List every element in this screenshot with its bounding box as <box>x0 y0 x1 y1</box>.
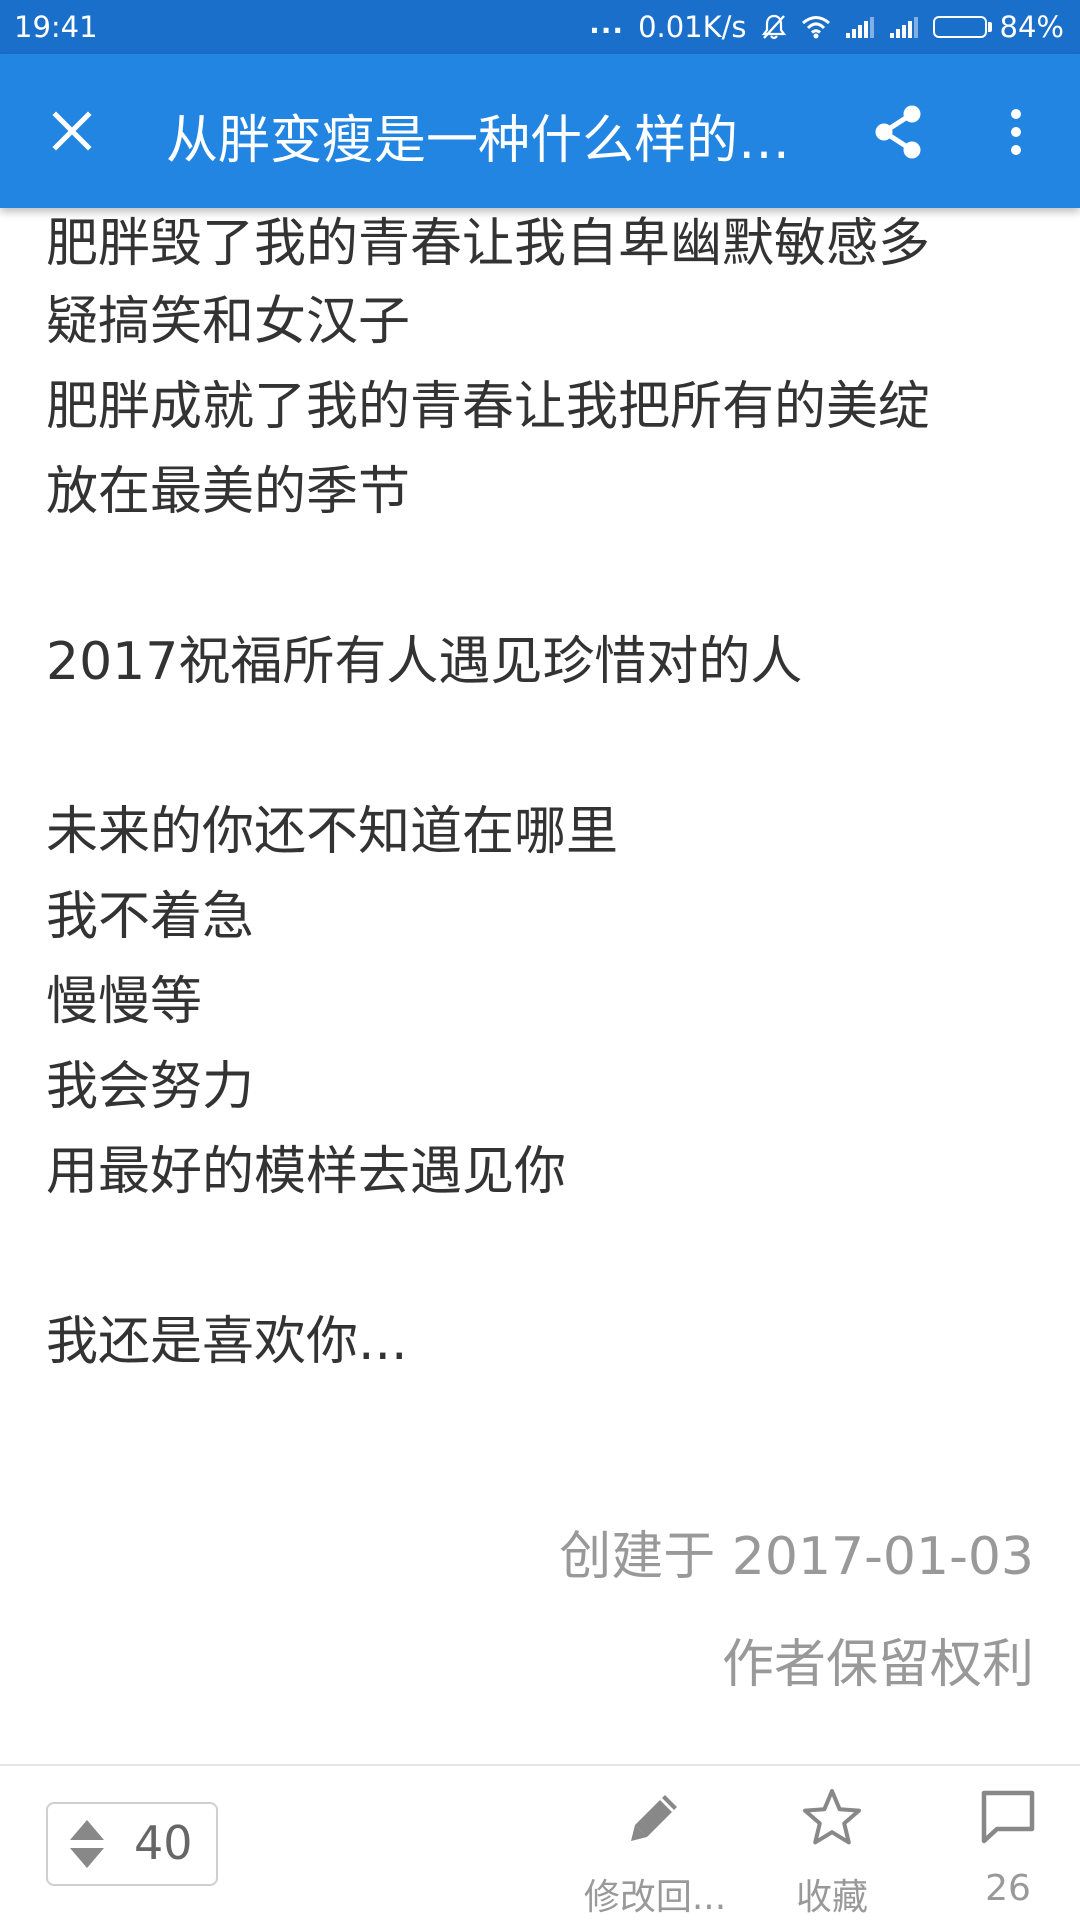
comment-count: 26 <box>985 1868 1031 1909</box>
favorite-button[interactable]: 收藏 <box>752 1784 912 1920</box>
vote-count: 40 <box>134 1816 193 1870</box>
edit-answer-label: 修改回... <box>583 1877 727 1918</box>
content-line: 我还是喜欢你... <box>46 1312 408 1372</box>
comment-icon <box>981 1790 1035 1844</box>
page-title: 从胖变瘦是一种什么样的体验？ <box>166 111 826 171</box>
favorite-label: 收藏 <box>795 1877 868 1918</box>
bottom-action-bar: 40 修改回... 收藏 26 <box>0 1764 1080 1922</box>
content-line: 2017祝福所有人遇见珍惜对的人 <box>46 632 803 692</box>
star-icon <box>803 1789 861 1845</box>
content-line: 肥胖成就了我的青春让我把所有的美绽 <box>46 377 931 437</box>
share-button[interactable] <box>866 100 930 164</box>
created-date: 创建于 2017-01-03 <box>559 1527 1034 1587</box>
status-bar: 19:41 ... 0.01K/s 84% <box>0 0 1080 54</box>
content-line: 未来的你还不知道在哪里 <box>46 802 619 862</box>
content-line: 疑搞笑和女汉子 <box>46 292 411 352</box>
content-line: 我不着急 <box>46 887 255 947</box>
more-options-button[interactable] <box>990 100 1042 164</box>
app-toolbar: 从胖变瘦是一种什么样的体验？ <box>0 54 1080 208</box>
vote-arrows-icon <box>70 1820 104 1868</box>
close-button[interactable] <box>40 99 104 163</box>
share-icon <box>875 105 921 159</box>
battery-icon <box>932 16 992 38</box>
mute-bell-icon <box>761 13 787 41</box>
status-icons: ... 0.01K/s 84% <box>575 6 1064 46</box>
more-vertical-icon <box>1011 109 1021 155</box>
copyright-notice: 作者保留权利 <box>721 1635 1034 1695</box>
content-line: 放在最美的季节 <box>46 462 411 522</box>
close-icon <box>52 111 92 151</box>
content-line: 我会努力 <box>46 1057 255 1117</box>
vote-button[interactable]: 40 <box>46 1802 218 1886</box>
content-line: 肥胖毁了我的青春让我自卑幽默敏感多 <box>46 214 931 274</box>
pencil-icon <box>631 1795 677 1841</box>
content-line: 慢慢等 <box>46 972 203 1032</box>
comments-button[interactable]: 26 <box>928 1784 1080 1909</box>
edit-answer-button[interactable]: 修改回... <box>575 1784 735 1920</box>
wifi-icon <box>801 15 831 39</box>
battery-percent: 84% <box>999 10 1064 44</box>
answer-content: 肥胖毁了我的青春让我自卑幽默敏感多 疑搞笑和女汉子 肥胖成就了我的青春让我把所有… <box>46 208 1046 1385</box>
signal-icon-1 <box>845 15 875 39</box>
more-notifications-icon: ... <box>589 6 625 40</box>
network-speed: 0.01K/s <box>638 10 747 44</box>
signal-icon-2 <box>889 15 919 39</box>
content-line: 用最好的模样去遇见你 <box>46 1142 567 1202</box>
status-time: 19:41 <box>14 10 98 44</box>
